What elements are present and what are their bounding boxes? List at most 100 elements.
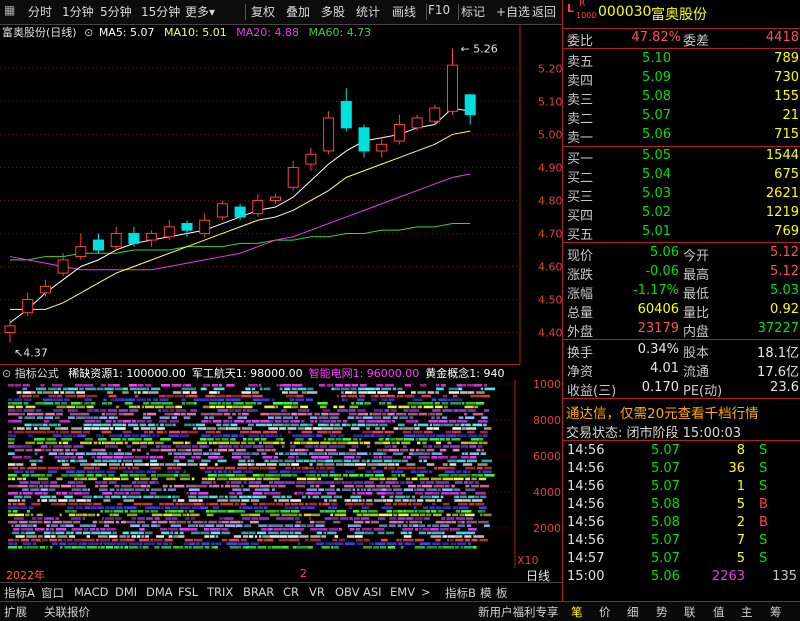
indicator-band xyxy=(480,387,484,391)
ask-row[interactable]: 卖二 5.07 21 xyxy=(563,108,800,127)
toolbar-item-9[interactable]: 画线 xyxy=(392,3,416,20)
indicator-band xyxy=(66,506,74,509)
toolbar-item-8[interactable]: 统计 xyxy=(356,3,380,20)
toolbar-item-6[interactable]: 叠加 xyxy=(286,3,310,20)
ask-row[interactable]: 卖四 5.09 730 xyxy=(563,70,800,89)
stat-value: 0.170 xyxy=(641,380,679,395)
indicator-band xyxy=(293,441,301,445)
toolbar-item-0[interactable]: 分时 xyxy=(28,3,52,20)
indicator-band xyxy=(451,438,461,441)
indicator-tab-8[interactable]: CR xyxy=(283,585,299,599)
indicator-band xyxy=(67,409,72,412)
indicator-tab-12[interactable]: EMV xyxy=(390,585,415,599)
footer-related-quote[interactable]: 关联报价 xyxy=(44,604,90,620)
quote-tab-5[interactable]: 值 xyxy=(713,604,725,620)
toolbar-item-12[interactable]: +自选 xyxy=(496,3,530,20)
indicator-band xyxy=(466,524,472,527)
bid-row[interactable]: 买五 5.01 769 xyxy=(563,224,800,243)
quote-tab-1[interactable]: 价 xyxy=(599,604,611,620)
indicator-band xyxy=(408,524,413,527)
indicator-band xyxy=(455,517,466,520)
indicator-band xyxy=(392,459,402,463)
indicator-band xyxy=(264,448,271,452)
indicator-band xyxy=(247,423,254,427)
indicator-band xyxy=(373,409,384,412)
ask-row[interactable]: 卖五 5.10 789 xyxy=(563,51,800,70)
toolbar-item-5[interactable]: 复权 xyxy=(251,3,275,20)
indicator-tab-4[interactable]: DMA xyxy=(146,585,173,599)
toolbar-item-13[interactable]: 返回 xyxy=(532,3,556,20)
indicator-band xyxy=(22,492,33,495)
bid-label: 买二 xyxy=(567,171,594,186)
promo-link[interactable]: 新用户福利专享 xyxy=(478,604,559,620)
indicator-band xyxy=(452,513,459,517)
toolbar-item-4[interactable]: 更多▾ xyxy=(185,3,215,20)
indicator-band xyxy=(301,391,307,394)
indicator-band xyxy=(294,492,298,495)
indicator-band xyxy=(403,510,407,513)
indicator-band xyxy=(226,542,237,545)
toolbar-item-1[interactable]: 1分钟 xyxy=(62,3,94,20)
quote-tab-0[interactable]: 笔 xyxy=(571,604,583,620)
indicator-band xyxy=(160,528,168,531)
quote-tab-6[interactable]: 主 xyxy=(741,604,753,620)
promo-banner[interactable]: 通达信，仅需20元查看千档行情 xyxy=(566,402,759,422)
indicator-tab-6[interactable]: TRIX xyxy=(207,585,233,599)
bid-row[interactable]: 买二 5.04 675 xyxy=(563,167,800,186)
indicator-band xyxy=(325,542,335,545)
indicator-band xyxy=(469,445,477,448)
indicator-tab-14[interactable]: 指标B xyxy=(445,585,476,601)
indicator-tab-13[interactable]: > xyxy=(421,585,431,599)
grid-icon[interactable]: ▦ xyxy=(4,3,15,17)
indicator-band xyxy=(367,488,371,491)
indicator-band xyxy=(409,499,412,502)
indicator-tab-2[interactable]: MACD xyxy=(74,585,108,599)
indicator-band xyxy=(128,405,137,409)
indicator-band xyxy=(310,538,321,542)
bid-row[interactable]: 买一 5.05 1544 xyxy=(563,148,800,167)
indicator-tab-9[interactable]: VR xyxy=(309,585,325,599)
indicator-band xyxy=(28,484,35,488)
indicator-tab-7[interactable]: BRAR xyxy=(243,585,274,599)
indicator-band xyxy=(48,499,57,502)
indicator-tab-11[interactable]: ASI xyxy=(363,585,382,599)
quote-tab-3[interactable]: 势 xyxy=(656,604,668,620)
indicator-name[interactable]: 指标公式 xyxy=(15,367,59,380)
indicator-band xyxy=(79,524,91,527)
indicator-chart[interactable]: 100008000600040002000X10 xyxy=(0,380,562,568)
stat-label: 收益(三) xyxy=(567,384,617,399)
indicator-band xyxy=(232,394,241,398)
indicator-tab-16[interactable]: 板 xyxy=(496,585,508,601)
bid-row[interactable]: 买三 5.03 2621 xyxy=(563,186,800,205)
ask-row[interactable]: 卖三 5.08 155 xyxy=(563,89,800,108)
toolbar-item-3[interactable]: 15分钟 xyxy=(141,3,180,20)
indicator-tab-0[interactable]: 指标A xyxy=(4,585,35,601)
kline-chart[interactable]: 5.205.105.004.904.804.704.604.504.40← 5.… xyxy=(0,24,562,364)
toolbar-item-10[interactable]: F10 xyxy=(428,3,450,17)
chevron-down-icon[interactable]: ⊙ xyxy=(2,367,11,380)
indicator-tab-10[interactable]: OBV xyxy=(335,585,359,599)
quote-tab-4[interactable]: 联 xyxy=(684,604,696,620)
indicator-tab-1[interactable]: 窗口 xyxy=(41,585,64,601)
toolbar-item-2[interactable]: 5分钟 xyxy=(100,3,132,20)
indicator-tab-15[interactable]: 模 xyxy=(480,585,492,601)
footer-expand[interactable]: 扩展 xyxy=(4,604,27,620)
ask-row[interactable]: 卖一 5.06 715 xyxy=(563,127,800,146)
indicator-band xyxy=(67,542,78,545)
candle xyxy=(146,230,158,247)
toolbar-item-11[interactable]: 标记 xyxy=(461,3,485,20)
toolbar-item-7[interactable]: 多股 xyxy=(321,3,345,20)
indicator-tab-5[interactable]: FSL xyxy=(178,585,198,599)
stat-label: 总量 xyxy=(567,306,594,321)
indicator-band xyxy=(55,531,65,535)
bid-row[interactable]: 买四 5.02 1219 xyxy=(563,205,800,224)
quote-tab-2[interactable]: 细 xyxy=(627,604,639,620)
indicator-tab-3[interactable]: DMI xyxy=(115,585,137,599)
indicator-band xyxy=(292,546,297,549)
indicator-band xyxy=(133,502,142,506)
chevron-down-icon[interactable]: ⊙ xyxy=(84,26,93,39)
quote-tab-7[interactable]: 筹 xyxy=(770,604,782,620)
indicator-band xyxy=(250,402,257,405)
indicator-band xyxy=(234,502,239,506)
candle-body xyxy=(57,259,69,274)
